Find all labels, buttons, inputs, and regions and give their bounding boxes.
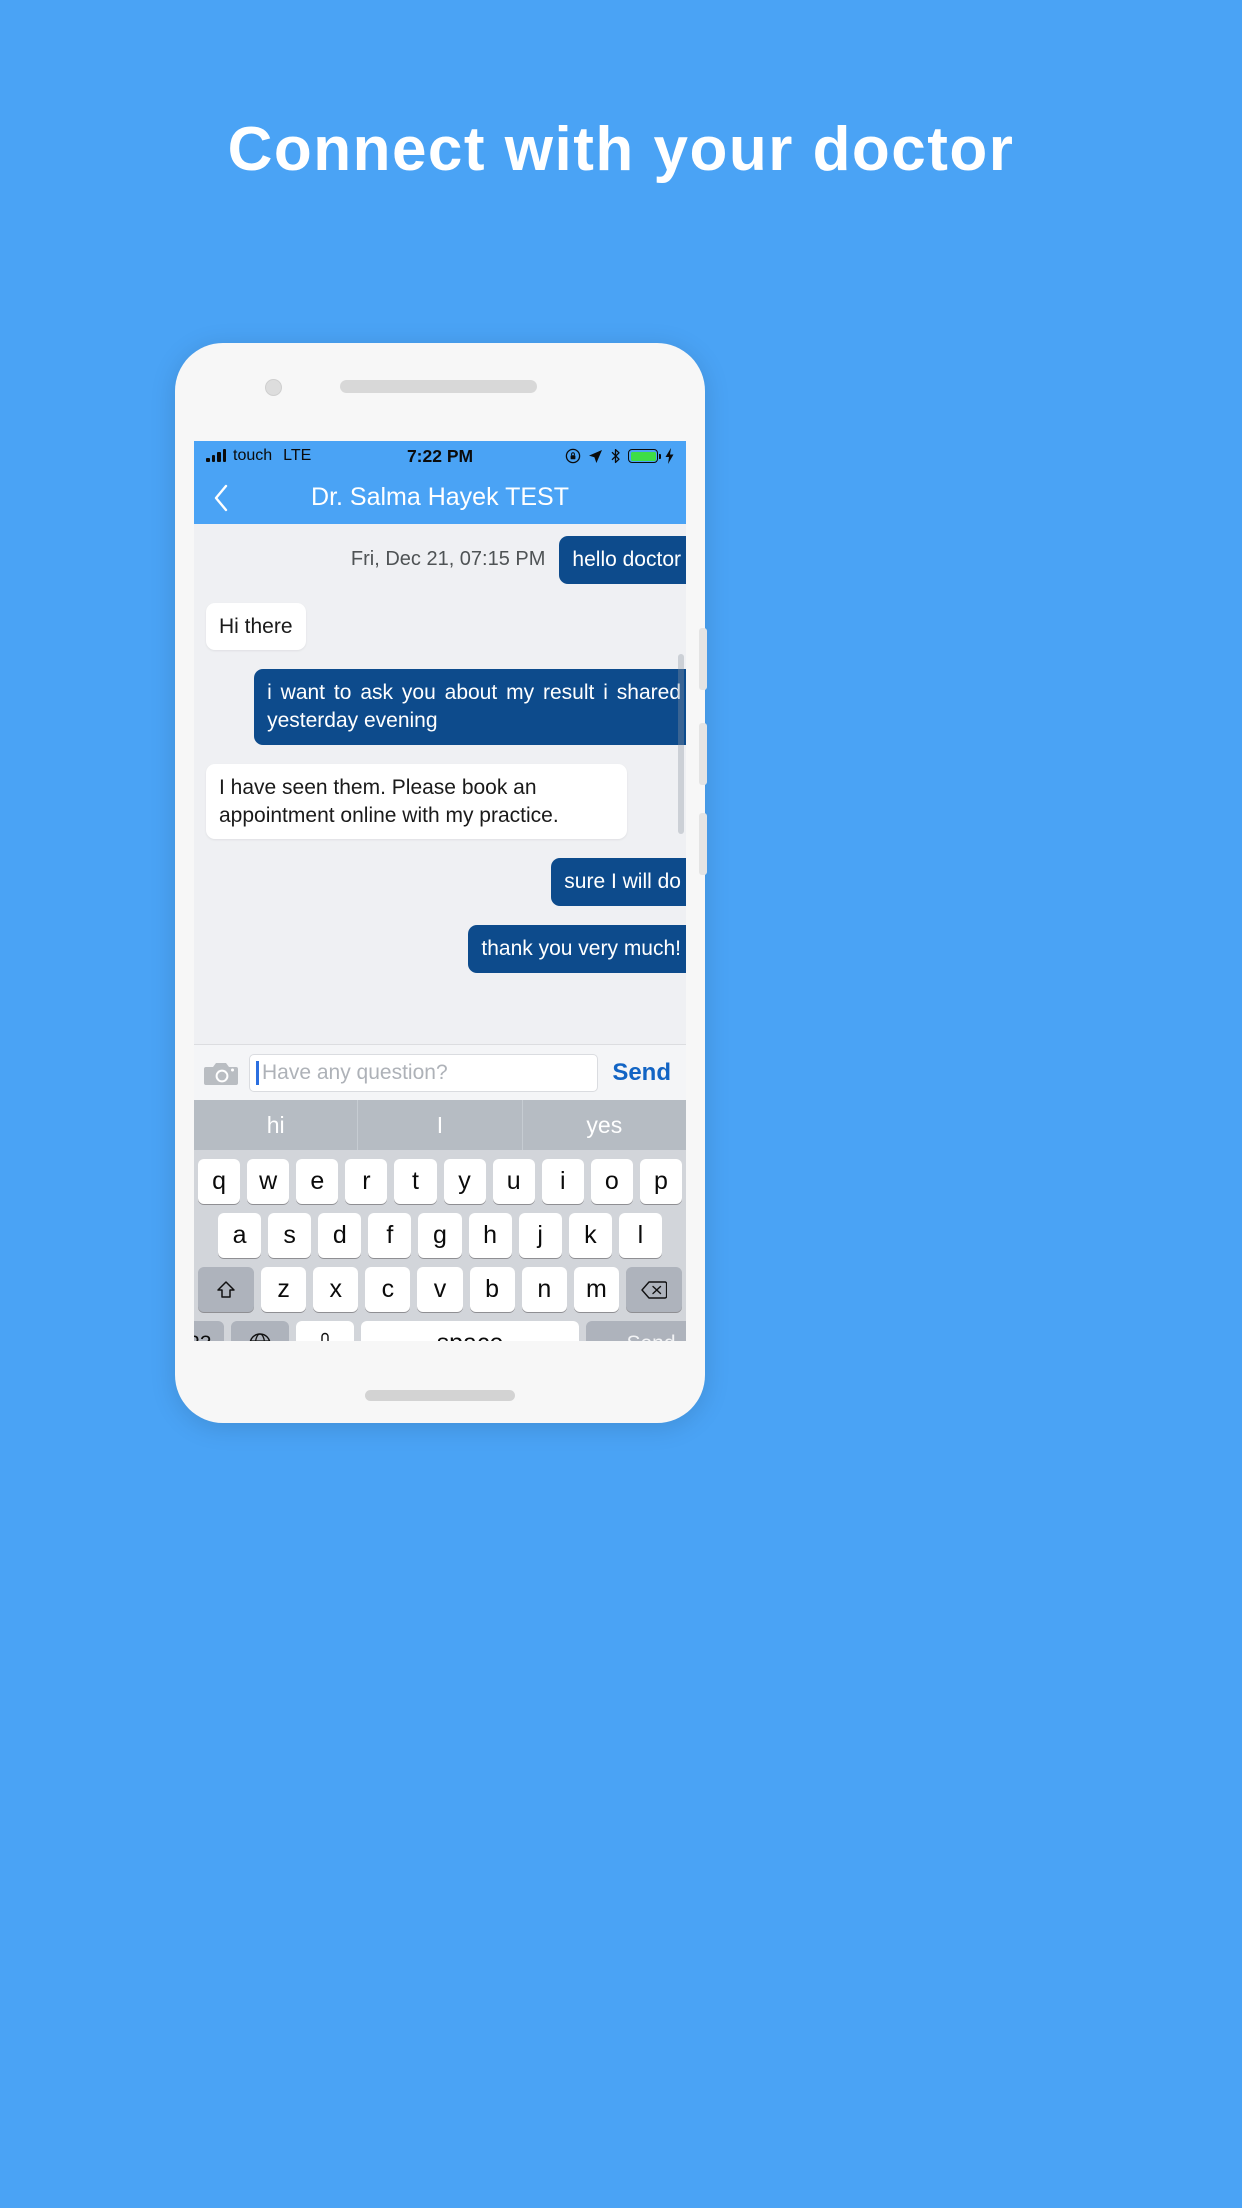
key-z[interactable]: z — [261, 1267, 307, 1312]
earpiece-speaker — [340, 380, 537, 393]
message-bubble-outgoing[interactable]: i want to ask you about my result i shar… — [254, 669, 686, 745]
message-input-placeholder: Have any question? — [262, 1060, 448, 1084]
keyboard-row-3: z x c v b n m — [194, 1267, 686, 1312]
key-n[interactable]: n — [521, 1267, 567, 1312]
network-type-label: LTE — [283, 447, 312, 464]
language-key[interactable] — [231, 1321, 289, 1341]
microphone-icon — [321, 1332, 329, 1341]
signal-strength-icon — [206, 449, 226, 462]
suggestion-item[interactable]: hi — [194, 1100, 359, 1150]
volume-up-button[interactable] — [699, 628, 707, 690]
keyboard-row-1: q w e r t y u i o p — [194, 1159, 686, 1204]
status-bar-time: 7:22 PM — [406, 445, 474, 466]
message-list[interactable]: Fri, Dec 21, 07:15 PM hello doctor Hi th… — [194, 524, 686, 1044]
battery-icon — [628, 449, 662, 463]
key-h[interactable]: h — [468, 1213, 512, 1258]
chevron-left-icon — [214, 484, 227, 511]
message-bubble-incoming[interactable]: Hi there — [206, 602, 306, 651]
text-cursor — [256, 1060, 259, 1085]
key-v[interactable]: v — [417, 1267, 463, 1312]
key-m[interactable]: m — [573, 1267, 619, 1312]
key-c[interactable]: c — [365, 1267, 411, 1312]
bluetooth-icon — [611, 448, 620, 464]
key-j[interactable]: j — [518, 1213, 562, 1258]
message-bubble-outgoing[interactable]: hello doctor — [559, 536, 686, 584]
key-w[interactable]: w — [247, 1159, 290, 1204]
message-input-field[interactable]: Have any question? — [249, 1053, 599, 1092]
key-o[interactable]: o — [590, 1159, 633, 1204]
backspace-key[interactable] — [625, 1267, 682, 1312]
phone-screen: touch LTE 7:22 PM Dr. Salma Hayek TEST F… — [194, 441, 686, 1341]
phone-top-bezel — [175, 343, 705, 441]
message-row: Hi there — [206, 602, 674, 651]
key-s[interactable]: s — [268, 1213, 312, 1258]
keyboard-row-2: a s d f g h j k l — [194, 1213, 686, 1258]
message-row: sure I will do — [206, 858, 686, 907]
key-t[interactable]: t — [394, 1159, 437, 1204]
backspace-icon — [641, 1280, 667, 1299]
message-row: I have seen them. Please book an appoint… — [206, 763, 674, 840]
status-bar: touch LTE 7:22 PM — [194, 441, 686, 471]
message-row: i want to ask you about my result i shar… — [206, 669, 686, 745]
phone-mockup: touch LTE 7:22 PM Dr. Salma Hayek TEST F… — [175, 343, 707, 1423]
carrier-label: touch — [233, 447, 273, 464]
key-g[interactable]: g — [418, 1213, 462, 1258]
back-button[interactable] — [194, 483, 246, 513]
key-d[interactable]: d — [318, 1213, 362, 1258]
key-a[interactable]: a — [218, 1213, 262, 1258]
numeric-key[interactable]: 123 — [194, 1321, 224, 1341]
dictation-key[interactable] — [296, 1321, 354, 1341]
keyboard-send-key[interactable]: Send — [586, 1321, 686, 1341]
keyboard-row-4: 123 space Send — [194, 1321, 686, 1341]
key-q[interactable]: q — [198, 1159, 241, 1204]
scrollbar[interactable] — [678, 654, 684, 834]
key-y[interactable]: y — [443, 1159, 486, 1204]
key-f[interactable]: f — [368, 1213, 412, 1258]
conversation-title: Dr. Salma Hayek TEST — [311, 483, 569, 511]
suggestion-item[interactable]: I — [358, 1100, 523, 1150]
suggestion-bar: hi I yes — [194, 1100, 686, 1150]
status-bar-left: touch LTE — [206, 447, 407, 465]
shift-key[interactable] — [198, 1267, 254, 1312]
key-u[interactable]: u — [492, 1159, 535, 1204]
key-r[interactable]: r — [345, 1159, 388, 1204]
onscreen-keyboard: hi I yes q w e r t y u i o p a s d f g h… — [194, 1100, 686, 1341]
globe-icon — [249, 1332, 271, 1341]
key-k[interactable]: k — [568, 1213, 612, 1258]
status-bar-right — [473, 448, 674, 464]
key-l[interactable]: l — [618, 1213, 662, 1258]
message-input-bar: Have any question? Send — [194, 1044, 686, 1100]
message-bubble-incoming[interactable]: I have seen them. Please book an appoint… — [206, 763, 628, 840]
message-bubble-outgoing[interactable]: thank you very much! — [468, 925, 686, 973]
send-button[interactable]: Send — [607, 1059, 676, 1087]
page-title: Connect with your doctor — [227, 115, 1015, 184]
power-button[interactable] — [699, 813, 707, 875]
shift-up-icon — [217, 1280, 235, 1298]
camera-icon[interactable] — [204, 1059, 240, 1087]
charging-bolt-icon — [665, 448, 674, 464]
key-e[interactable]: e — [296, 1159, 339, 1204]
navigation-bar: Dr. Salma Hayek TEST — [194, 471, 686, 524]
space-key[interactable]: space — [361, 1321, 579, 1341]
timestamp-row: Fri, Dec 21, 07:15 PM hello doctor — [206, 536, 686, 584]
message-row: thank you very much! — [206, 925, 686, 973]
volume-down-button[interactable] — [699, 723, 707, 785]
location-arrow-icon — [589, 449, 603, 463]
key-b[interactable]: b — [469, 1267, 515, 1312]
key-p[interactable]: p — [639, 1159, 682, 1204]
suggestion-item[interactable]: yes — [523, 1100, 686, 1150]
front-camera-icon — [265, 379, 282, 396]
key-x[interactable]: x — [313, 1267, 359, 1312]
message-bubble-outgoing[interactable]: sure I will do — [551, 858, 686, 907]
rotation-lock-icon — [565, 448, 581, 464]
key-i[interactable]: i — [541, 1159, 584, 1204]
home-indicator — [365, 1390, 515, 1401]
message-timestamp: Fri, Dec 21, 07:15 PM — [350, 548, 546, 571]
